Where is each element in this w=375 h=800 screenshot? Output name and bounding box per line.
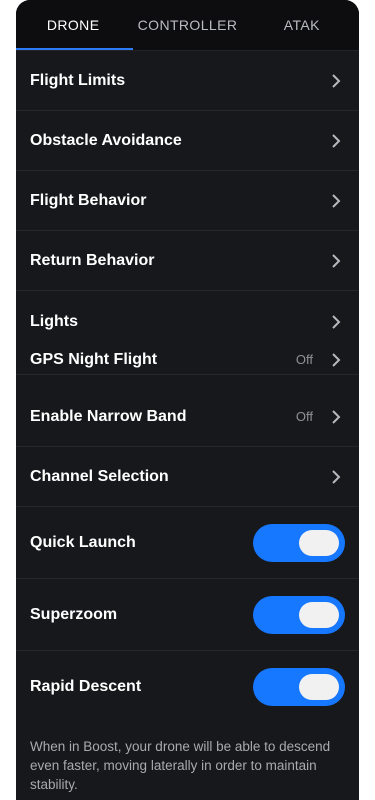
toggle-knob [299, 674, 339, 700]
row-label: Obstacle Avoidance [30, 131, 182, 149]
chevron-right-icon [327, 72, 345, 90]
chevron-right-icon [327, 252, 345, 270]
row-label: Flight Behavior [30, 191, 147, 209]
chevron-right-icon [327, 192, 345, 210]
settings-screen: DRONE CONTROLLER ATAK Flight Limits Obst… [16, 0, 359, 800]
settings-row-quick-launch: Quick Launch [16, 507, 359, 579]
settings-row-gps-night-flight[interactable]: GPS Night Flight Off [16, 345, 359, 375]
settings-row-enable-narrow-band[interactable]: Enable Narrow Band Off [16, 387, 359, 447]
chevron-right-icon [327, 132, 345, 150]
rapid-descent-description: When in Boost, your drone will be able t… [30, 739, 331, 792]
chevron-right-icon [327, 408, 345, 426]
tab-controller[interactable]: CONTROLLER [130, 0, 244, 50]
settings-row-lights[interactable]: Lights [16, 299, 359, 345]
settings-row-superzoom: Superzoom [16, 579, 359, 651]
settings-row-rapid-descent: Rapid Descent [16, 651, 359, 723]
tab-bar: DRONE CONTROLLER ATAK [16, 0, 359, 51]
rapid-descent-toggle[interactable] [253, 668, 345, 706]
row-label: Lights [30, 313, 78, 330]
settings-row-flight-behavior[interactable]: Flight Behavior [16, 171, 359, 231]
row-value: Off [295, 352, 313, 367]
quick-launch-toggle[interactable] [253, 523, 345, 562]
chevron-right-icon [327, 313, 345, 331]
tab-drone[interactable]: DRONE [16, 0, 130, 50]
chevron-right-icon [327, 468, 345, 486]
row-label: Channel Selection [30, 467, 169, 485]
toggle-knob [299, 529, 339, 556]
active-tab-indicator [16, 48, 133, 50]
chevron-right-icon [327, 351, 345, 369]
row-label: Return Behavior [30, 251, 155, 269]
settings-row-return-behavior[interactable]: Return Behavior [16, 231, 359, 291]
row-label: Flight Limits [30, 71, 126, 89]
settings-row-channel-selection[interactable]: Channel Selection [16, 447, 359, 507]
row-label: GPS Night Flight [30, 350, 158, 368]
row-label: Enable Narrow Band [30, 407, 187, 425]
superzoom-toggle[interactable] [253, 595, 345, 634]
tab-atak[interactable]: ATAK [245, 0, 359, 50]
row-value: Off [295, 409, 313, 424]
settings-row-obstacle-avoidance[interactable]: Obstacle Avoidance [16, 111, 359, 171]
settings-row-flight-limits[interactable]: Flight Limits [16, 51, 359, 111]
toggle-knob [299, 601, 339, 628]
row-label: Quick Launch [30, 533, 136, 551]
row-label: Superzoom [30, 605, 118, 623]
row-label: Rapid Descent [30, 678, 142, 695]
